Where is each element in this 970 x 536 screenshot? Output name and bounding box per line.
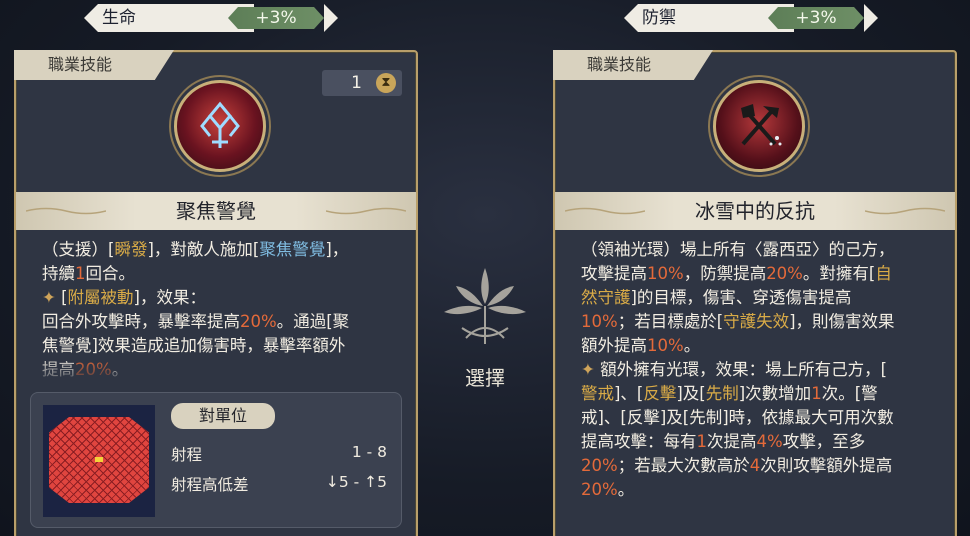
skill-cost: 1 ⧗ bbox=[322, 70, 402, 96]
skill-name-bar: 冰雪中的反抗 bbox=[555, 192, 955, 230]
skill-name: 冰雪中的反抗 bbox=[695, 199, 815, 223]
skill-name: 聚焦警覺 bbox=[176, 199, 256, 223]
height-diff-row: 射程高低差 ↓5 - ↑5 bbox=[171, 473, 387, 494]
star-bullet-icon: ✦ bbox=[581, 360, 601, 379]
target-type: 對單位 bbox=[171, 403, 275, 429]
stat-hp-value: +3% bbox=[228, 7, 324, 29]
range-grid-map bbox=[43, 405, 155, 517]
card-tag: 職業技能 bbox=[14, 50, 174, 80]
hourglass-icon: ⧗ bbox=[376, 73, 396, 93]
range-info: 對單位 射程 1 - 8 射程高低差 ↓5 - ↑5 bbox=[30, 392, 402, 528]
hammer-pickaxe-skill-icon bbox=[713, 80, 805, 172]
stat-def-value: +3% bbox=[768, 7, 864, 29]
leaf-emblem-icon bbox=[444, 268, 526, 344]
range-row: 射程 1 - 8 bbox=[171, 443, 387, 464]
stat-hp-tip bbox=[324, 4, 338, 32]
cost-value: 1 bbox=[351, 73, 362, 93]
stat-def-tip bbox=[864, 4, 878, 32]
choose-button[interactable]: 選擇 bbox=[436, 258, 534, 390]
star-bullet-icon: ✦ bbox=[42, 288, 62, 307]
skill-description: （領袖光環）場上所有〈露西亞〉的己方， 攻擊提高10%，防禦提高20%。對擁有[… bbox=[581, 240, 895, 499]
skill-description: （支援）[瞬發]，對敵人施加[聚焦警覺]， 持續1回合。 ✦ [附屬被動]，效果… bbox=[42, 240, 350, 379]
skill-card-right[interactable]: 職業技能 冰雪中的反抗 （領袖光環）場上所有〈露西亞〉的己方， 攻擊提高10%，… bbox=[553, 50, 957, 536]
rune-skill-icon bbox=[174, 80, 266, 172]
choose-label: 選擇 bbox=[465, 366, 505, 390]
caster-tile bbox=[95, 457, 103, 462]
skill-card-left[interactable]: 職業技能 1 ⧗ 聚焦警覺 （支援）[瞬發]，對敵人施加[聚焦警覺]， 持續1回… bbox=[14, 50, 418, 536]
stat-hp: 生命 +3% bbox=[84, 4, 338, 32]
stat-def: 防禦 +3% bbox=[624, 4, 878, 32]
card-tag: 職業技能 bbox=[553, 50, 713, 80]
skill-name-bar: 聚焦警覺 bbox=[16, 192, 416, 230]
